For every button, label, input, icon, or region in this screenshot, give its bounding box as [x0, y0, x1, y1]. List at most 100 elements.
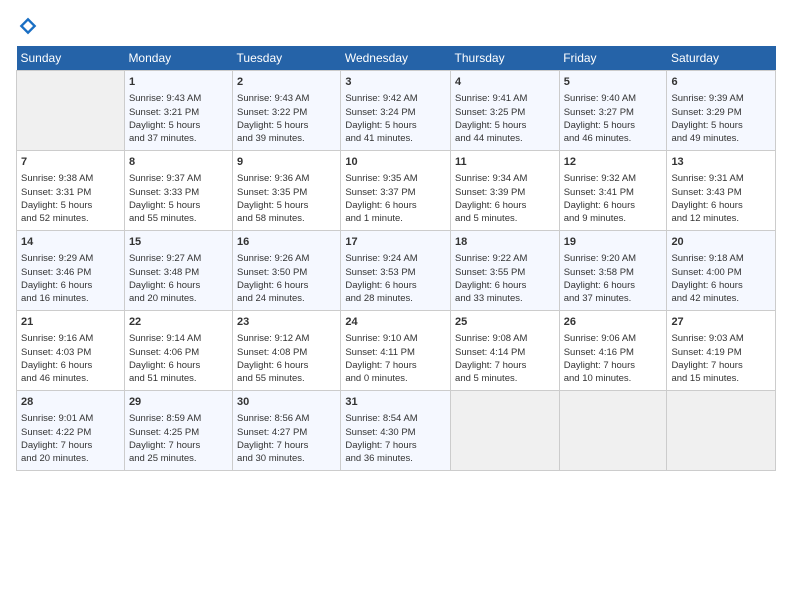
day-info: Sunrise: 9:31 AM Sunset: 3:43 PM Dayligh…	[671, 172, 771, 225]
col-header-monday: Monday	[124, 46, 232, 71]
day-number: 12	[564, 155, 663, 170]
header-row: SundayMondayTuesdayWednesdayThursdayFrid…	[17, 46, 776, 71]
calendar-cell: 23 Sunrise: 9:12 AM Sunset: 4:08 PM Dayli…	[233, 311, 341, 391]
day-number: 26	[564, 315, 663, 330]
calendar-body: 1 Sunrise: 9:43 AM Sunset: 3:21 PM Daylig…	[17, 71, 776, 471]
day-info: Sunrise: 9:40 AM Sunset: 3:27 PM Dayligh…	[564, 92, 663, 145]
col-header-friday: Friday	[559, 46, 667, 71]
calendar-cell: 28 Sunrise: 9:01 AM Sunset: 4:22 PM Dayli…	[17, 391, 125, 471]
day-info: Sunrise: 9:12 AM Sunset: 4:08 PM Dayligh…	[237, 332, 336, 385]
day-info: Sunrise: 9:43 AM Sunset: 3:22 PM Dayligh…	[237, 92, 336, 145]
day-number: 14	[21, 235, 120, 250]
day-number: 4	[455, 75, 555, 90]
day-info: Sunrise: 9:10 AM Sunset: 4:11 PM Dayligh…	[345, 332, 446, 385]
logo	[16, 16, 38, 36]
day-info: Sunrise: 9:06 AM Sunset: 4:16 PM Dayligh…	[564, 332, 663, 385]
calendar-cell: 4 Sunrise: 9:41 AM Sunset: 3:25 PM Daylig…	[451, 71, 560, 151]
calendar-cell: 24 Sunrise: 9:10 AM Sunset: 4:11 PM Dayli…	[341, 311, 451, 391]
calendar-cell: 6 Sunrise: 9:39 AM Sunset: 3:29 PM Daylig…	[667, 71, 776, 151]
day-number: 29	[129, 395, 228, 410]
day-number: 23	[237, 315, 336, 330]
calendar-cell	[559, 391, 667, 471]
day-number: 2	[237, 75, 336, 90]
calendar-cell: 31Sunrise: 8:54 AM Sunset: 4:30 PM Dayli…	[341, 391, 451, 471]
calendar-cell: 16 Sunrise: 9:26 AM Sunset: 3:50 PM Dayli…	[233, 231, 341, 311]
calendar-cell: 17 Sunrise: 9:24 AM Sunset: 3:53 PM Dayli…	[341, 231, 451, 311]
day-info: Sunrise: 9:39 AM Sunset: 3:29 PM Dayligh…	[671, 92, 771, 145]
calendar-cell: 29 Sunrise: 8:59 AM Sunset: 4:25 PM Dayli…	[124, 391, 232, 471]
day-info: Sunrise: 8:54 AM Sunset: 4:30 PM Dayligh…	[345, 412, 446, 465]
calendar-cell	[451, 391, 560, 471]
day-info: Sunrise: 9:16 AM Sunset: 4:03 PM Dayligh…	[21, 332, 120, 385]
day-info: Sunrise: 9:08 AM Sunset: 4:14 PM Dayligh…	[455, 332, 555, 385]
day-info: Sunrise: 9:35 AM Sunset: 3:37 PM Dayligh…	[345, 172, 446, 225]
calendar-cell	[667, 391, 776, 471]
calendar-table: SundayMondayTuesdayWednesdayThursdayFrid…	[16, 46, 776, 471]
day-info: Sunrise: 9:24 AM Sunset: 3:53 PM Dayligh…	[345, 252, 446, 305]
day-info: Sunrise: 9:14 AM Sunset: 4:06 PM Dayligh…	[129, 332, 228, 385]
day-number: 9	[237, 155, 336, 170]
day-number: 10	[345, 155, 446, 170]
day-number: 6	[671, 75, 771, 90]
day-info: Sunrise: 9:34 AM Sunset: 3:39 PM Dayligh…	[455, 172, 555, 225]
header	[16, 16, 776, 36]
day-number: 5	[564, 75, 663, 90]
day-info: Sunrise: 9:37 AM Sunset: 3:33 PM Dayligh…	[129, 172, 228, 225]
day-number: 22	[129, 315, 228, 330]
day-number: 25	[455, 315, 555, 330]
calendar-cell: 19 Sunrise: 9:20 AM Sunset: 3:58 PM Dayli…	[559, 231, 667, 311]
day-number: 19	[564, 235, 663, 250]
day-info: Sunrise: 9:42 AM Sunset: 3:24 PM Dayligh…	[345, 92, 446, 145]
day-info: Sunrise: 9:01 AM Sunset: 4:22 PM Dayligh…	[21, 412, 120, 465]
calendar-cell: 18Sunrise: 9:22 AM Sunset: 3:55 PM Dayli…	[451, 231, 560, 311]
main-container: SundayMondayTuesdayWednesdayThursdayFrid…	[0, 0, 792, 481]
calendar-cell: 13 Sunrise: 9:31 AM Sunset: 3:43 PM Dayli…	[667, 151, 776, 231]
calendar-cell: 2 Sunrise: 9:43 AM Sunset: 3:22 PM Daylig…	[233, 71, 341, 151]
day-number: 28	[21, 395, 120, 410]
calendar-cell: 10 Sunrise: 9:35 AM Sunset: 3:37 PM Dayli…	[341, 151, 451, 231]
day-number: 30	[237, 395, 336, 410]
day-info: Sunrise: 9:32 AM Sunset: 3:41 PM Dayligh…	[564, 172, 663, 225]
col-header-saturday: Saturday	[667, 46, 776, 71]
calendar-cell	[17, 71, 125, 151]
day-info: Sunrise: 9:20 AM Sunset: 3:58 PM Dayligh…	[564, 252, 663, 305]
day-info: Sunrise: 9:38 AM Sunset: 3:31 PM Dayligh…	[21, 172, 120, 225]
calendar-cell: 12 Sunrise: 9:32 AM Sunset: 3:41 PM Dayli…	[559, 151, 667, 231]
day-number: 13	[671, 155, 771, 170]
calendar-cell: 5 Sunrise: 9:40 AM Sunset: 3:27 PM Daylig…	[559, 71, 667, 151]
day-info: Sunrise: 9:26 AM Sunset: 3:50 PM Dayligh…	[237, 252, 336, 305]
day-info: Sunrise: 9:18 AM Sunset: 4:00 PM Dayligh…	[671, 252, 771, 305]
calendar-cell: 25 Sunrise: 9:08 AM Sunset: 4:14 PM Dayli…	[451, 311, 560, 391]
day-number: 3	[345, 75, 446, 90]
day-number: 27	[671, 315, 771, 330]
calendar-cell: 7 Sunrise: 9:38 AM Sunset: 3:31 PM Daylig…	[17, 151, 125, 231]
day-number: 17	[345, 235, 446, 250]
week-row-5: 28 Sunrise: 9:01 AM Sunset: 4:22 PM Dayli…	[17, 391, 776, 471]
calendar-cell: 30 Sunrise: 8:56 AM Sunset: 4:27 PM Dayli…	[233, 391, 341, 471]
day-number: 1	[129, 75, 228, 90]
day-info: Sunrise: 8:56 AM Sunset: 4:27 PM Dayligh…	[237, 412, 336, 465]
calendar-cell: 9Sunrise: 9:36 AM Sunset: 3:35 PM Daylig…	[233, 151, 341, 231]
calendar-cell: 26 Sunrise: 9:06 AM Sunset: 4:16 PM Dayli…	[559, 311, 667, 391]
day-info: Sunrise: 9:03 AM Sunset: 4:19 PM Dayligh…	[671, 332, 771, 385]
day-info: Sunrise: 9:41 AM Sunset: 3:25 PM Dayligh…	[455, 92, 555, 145]
day-number: 24	[345, 315, 446, 330]
day-number: 20	[671, 235, 771, 250]
calendar-cell: 1 Sunrise: 9:43 AM Sunset: 3:21 PM Daylig…	[124, 71, 232, 151]
calendar-cell: 8Sunrise: 9:37 AM Sunset: 3:33 PM Daylig…	[124, 151, 232, 231]
calendar-cell: 21Sunrise: 9:16 AM Sunset: 4:03 PM Dayli…	[17, 311, 125, 391]
day-info: Sunrise: 9:27 AM Sunset: 3:48 PM Dayligh…	[129, 252, 228, 305]
calendar-cell: 14Sunrise: 9:29 AM Sunset: 3:46 PM Dayli…	[17, 231, 125, 311]
week-row-3: 14Sunrise: 9:29 AM Sunset: 3:46 PM Dayli…	[17, 231, 776, 311]
week-row-4: 21Sunrise: 9:16 AM Sunset: 4:03 PM Dayli…	[17, 311, 776, 391]
day-info: Sunrise: 9:43 AM Sunset: 3:21 PM Dayligh…	[129, 92, 228, 145]
day-info: Sunrise: 8:59 AM Sunset: 4:25 PM Dayligh…	[129, 412, 228, 465]
day-number: 7	[21, 155, 120, 170]
day-number: 15	[129, 235, 228, 250]
calendar-cell: 20 Sunrise: 9:18 AM Sunset: 4:00 PM Dayli…	[667, 231, 776, 311]
day-number: 16	[237, 235, 336, 250]
col-header-wednesday: Wednesday	[341, 46, 451, 71]
week-row-2: 7 Sunrise: 9:38 AM Sunset: 3:31 PM Daylig…	[17, 151, 776, 231]
calendar-cell: 22 Sunrise: 9:14 AM Sunset: 4:06 PM Dayli…	[124, 311, 232, 391]
day-info: Sunrise: 9:22 AM Sunset: 3:55 PM Dayligh…	[455, 252, 555, 305]
